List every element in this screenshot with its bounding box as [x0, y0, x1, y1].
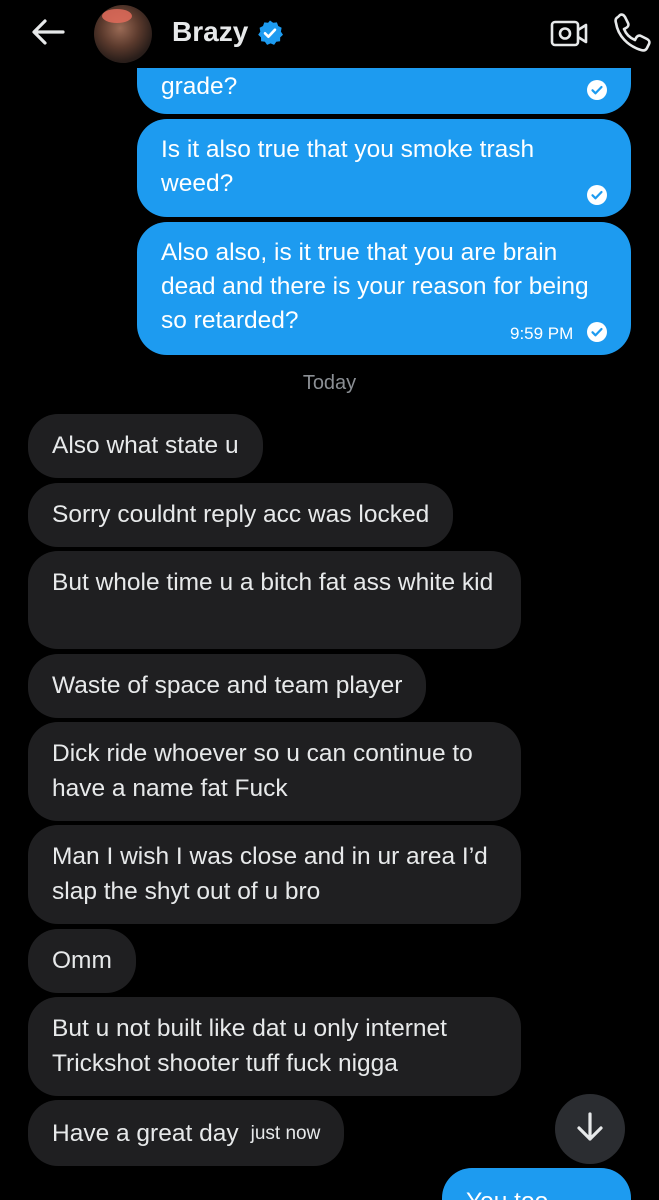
message-text: But u not built like dat u only internet…: [52, 1015, 447, 1077]
arrow-down-icon: [575, 1111, 605, 1148]
message-bubble-incoming[interactable]: Sorry couldnt reply acc was locked: [28, 483, 454, 547]
day-divider: Today: [302, 372, 357, 394]
back-button[interactable]: [28, 14, 68, 54]
video-call-icon: [548, 20, 590, 58]
message-text: Dick ride whoever so u can continue to h…: [52, 740, 473, 802]
phone-call-icon: [610, 13, 654, 58]
message-text: But whole time u a bitch fat ass white k…: [52, 569, 494, 596]
message-bubble-outgoing[interactable]: You too: [442, 1168, 631, 1200]
scroll-to-bottom-button[interactable]: [555, 1094, 625, 1164]
message-bubble-incoming[interactable]: But whole time u a bitch fat ass white k…: [28, 551, 521, 649]
read-check-icon: [587, 76, 607, 100]
message-text: Man I wish I was close and in ur area I’…: [52, 843, 488, 905]
message-bubble-incoming[interactable]: Dick ride whoever so u can continue to h…: [28, 722, 521, 821]
avatar[interactable]: [94, 5, 152, 63]
message-timestamp: just now: [250, 1122, 321, 1144]
message-bubble-incoming[interactable]: But u not built like dat u only internet…: [28, 997, 521, 1096]
conversation-header: Brazy: [0, 0, 659, 68]
message-thread[interactable]: grade? Is it also true that you smoke tr…: [0, 0, 659, 1200]
message-text: Sorry couldnt reply acc was locked: [52, 501, 430, 528]
contact-name[interactable]: Brazy: [172, 16, 248, 48]
message-text: You too: [466, 1185, 548, 1200]
message-bubble-incoming[interactable]: Waste of space and team player: [28, 654, 427, 718]
message-text: Waste of space and team player: [52, 672, 403, 699]
message-text: Have a great day: [52, 1119, 239, 1147]
verified-badge-icon: [256, 19, 284, 47]
message-bubble-incoming[interactable]: Omm: [28, 929, 136, 993]
back-arrow-icon: [31, 18, 65, 51]
message-text: Omm: [52, 947, 112, 974]
message-bubble-incoming[interactable]: Man I wish I was close and in ur area I’…: [28, 825, 521, 924]
message-text: grade?: [161, 73, 238, 100]
message-bubble-incoming[interactable]: Also what state u: [28, 414, 263, 478]
video-call-button[interactable]: [548, 12, 590, 54]
read-check-icon: [587, 318, 607, 342]
message-text: Is it also true that you smoke trash wee…: [161, 136, 535, 197]
message-text: Also what state u: [52, 432, 239, 459]
voice-call-button[interactable]: [610, 10, 654, 54]
message-bubble-outgoing[interactable]: Also also, is it true that you are brain…: [137, 222, 631, 355]
message-timestamp: 9:59 PM: [510, 324, 574, 343]
read-check-icon: [587, 181, 607, 205]
message-bubble-incoming[interactable]: Have a great day just now: [28, 1100, 345, 1166]
message-bubble-outgoing[interactable]: Is it also true that you smoke trash wee…: [137, 119, 631, 217]
